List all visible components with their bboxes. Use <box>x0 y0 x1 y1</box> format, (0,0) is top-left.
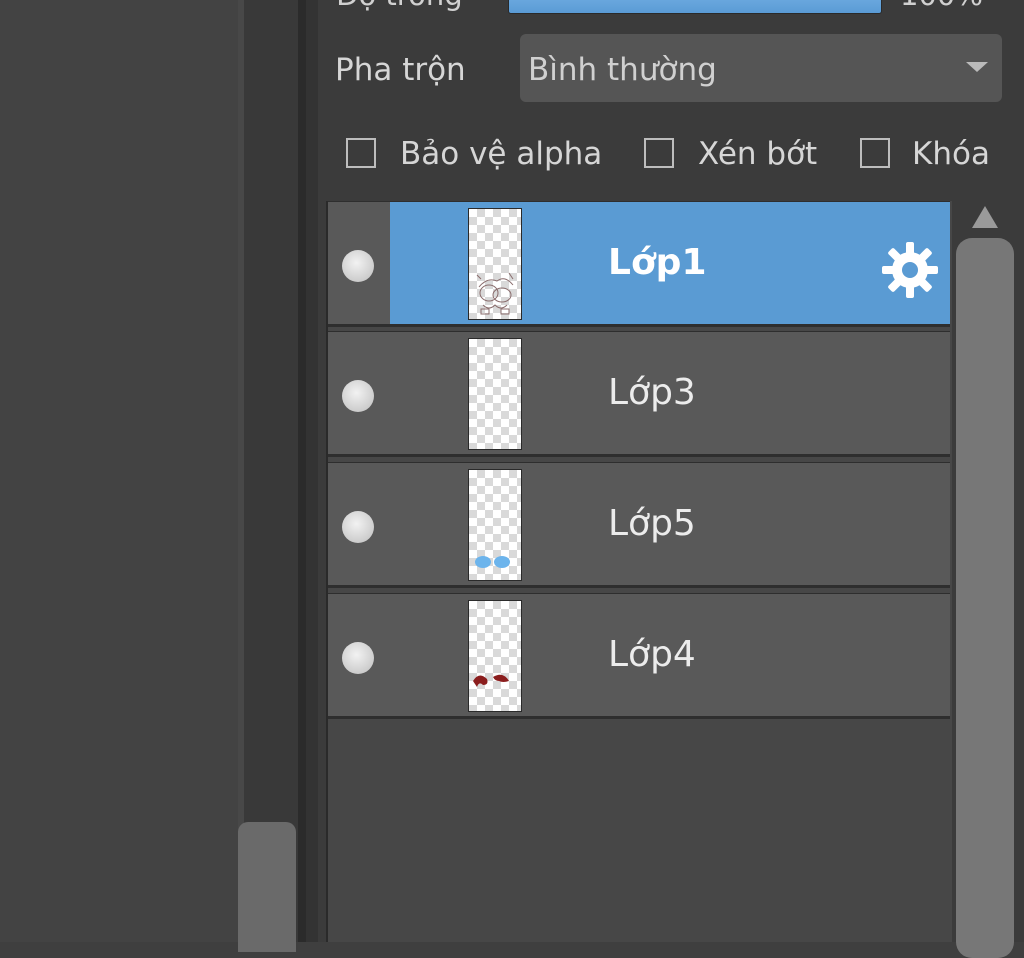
blend-mode-label: Pha trộn <box>335 52 466 88</box>
chevron-down-icon <box>966 62 988 72</box>
visibility-dot-icon[interactable] <box>342 642 374 674</box>
arrow-up-icon[interactable] <box>972 206 998 228</box>
layer-scrollbar-thumb[interactable] <box>956 238 1014 958</box>
left-scrollbar-thumb[interactable] <box>238 822 296 952</box>
panel-splitter[interactable] <box>298 0 306 942</box>
opacity-slider[interactable] <box>508 0 882 14</box>
layer-list: Lớp1 Lớp3 Lớp5 Lớp4 <box>326 201 952 942</box>
layer-row-lop5[interactable]: Lớp5 <box>328 462 950 588</box>
canvas-area <box>0 0 238 942</box>
lock-label: Khóa <box>912 136 990 172</box>
layer-name[interactable]: Lớp3 <box>608 372 696 413</box>
visibility-column <box>328 463 390 585</box>
layer-thumbnail <box>468 469 522 581</box>
blend-mode-select[interactable]: Bình thường <box>520 34 1002 102</box>
layer-thumbnail <box>468 338 522 450</box>
layer-row-lop4[interactable]: Lớp4 <box>328 593 950 719</box>
sketch-thumbnail-art <box>476 272 514 315</box>
layer-name[interactable]: Lớp1 <box>608 242 707 283</box>
layer-thumbnail <box>468 208 522 320</box>
visibility-column <box>328 594 390 716</box>
layer-row-lop3[interactable]: Lớp3 <box>328 331 950 457</box>
gear-icon[interactable] <box>880 240 940 300</box>
visibility-column <box>328 332 390 454</box>
blend-mode-value: Bình thường <box>528 52 717 88</box>
visibility-dot-icon[interactable] <box>342 250 374 282</box>
layer-row-lop1[interactable]: Lớp1 <box>328 201 950 327</box>
visibility-dot-icon[interactable] <box>342 380 374 412</box>
layer-name[interactable]: Lớp4 <box>608 634 696 675</box>
red-marks-thumbnail-art <box>473 674 509 687</box>
clipping-label: Xén bớt <box>698 136 818 172</box>
layer-thumbnail <box>468 600 522 712</box>
lock-checkbox[interactable] <box>860 138 890 168</box>
protect-alpha-checkbox[interactable] <box>346 138 376 168</box>
left-scrollbar-edge <box>238 0 244 942</box>
opacity-label: Độ trong <box>336 0 463 12</box>
visibility-column <box>328 202 390 324</box>
left-scrollbar-track[interactable] <box>238 0 298 942</box>
blue-eyes-thumbnail-art <box>475 556 510 568</box>
opacity-value[interactable]: 100% <box>900 0 983 12</box>
visibility-dot-icon[interactable] <box>342 511 374 543</box>
layer-name[interactable]: Lớp5 <box>608 503 696 544</box>
panel-splitter-inner <box>306 0 318 942</box>
protect-alpha-label: Bảo vệ alpha <box>400 136 603 172</box>
clipping-checkbox[interactable] <box>644 138 674 168</box>
